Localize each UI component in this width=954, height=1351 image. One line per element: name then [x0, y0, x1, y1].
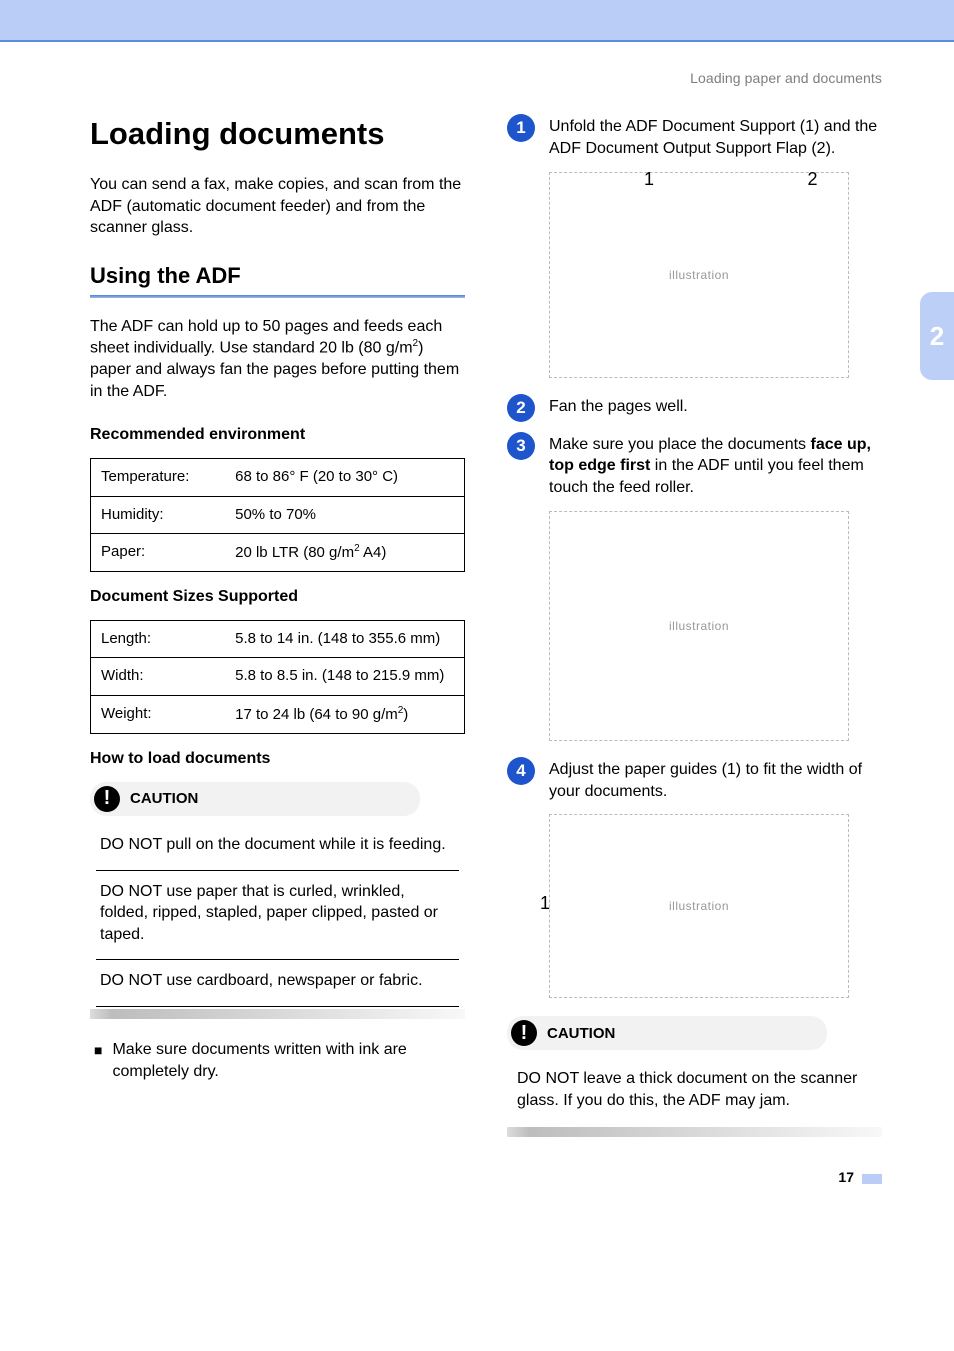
page-title: Loading documents: [90, 116, 465, 152]
caution-icon: !: [511, 1020, 537, 1046]
step-2: 2 Fan the pages well.: [507, 396, 882, 422]
size-value: 5.8 to 14 in. (148 to 355.6 mm): [225, 621, 464, 658]
adf-text-a: The ADF can hold up to 50 pages and feed…: [90, 318, 442, 357]
section-gradient-rule: [507, 1127, 882, 1137]
chapter-side-tab: 2: [920, 292, 954, 380]
step-text: Make sure you place the documents face u…: [549, 434, 882, 499]
page-number-mark: [862, 1174, 882, 1184]
step-4: 4 Adjust the paper guides (1) to fit the…: [507, 759, 882, 803]
sizes-table: Length: 5.8 to 14 in. (148 to 355.6 mm) …: [90, 620, 465, 734]
section-gradient-rule: [90, 1009, 465, 1019]
intro-paragraph: You can send a fax, make copies, and sca…: [90, 174, 465, 239]
env-value: 50% to 70%: [225, 496, 464, 533]
caution-label: CAUTION: [547, 1025, 615, 1042]
env-label: Temperature:: [91, 459, 226, 496]
using-adf-heading: Using the ADF: [90, 263, 465, 289]
step-text: Unfold the ADF Document Support (1) and …: [549, 116, 882, 160]
table-row: Width: 5.8 to 8.5 in. (148 to 215.9 mm): [91, 658, 465, 695]
caution-header-left: ! CAUTION: [90, 782, 420, 816]
env-table: Temperature: 68 to 86° F (20 to 30° C) H…: [90, 458, 465, 572]
step-text: Fan the pages well.: [549, 396, 688, 422]
how-heading: How to load documents: [90, 750, 465, 768]
step-number-badge: 1: [507, 114, 535, 142]
callout-1: 1: [644, 169, 655, 190]
left-column: Loading documents You can send a fax, ma…: [90, 116, 465, 1157]
page-body: Loading paper and documents 2 Loading do…: [0, 42, 954, 1215]
size-label: Length:: [91, 621, 226, 658]
ink-note: ■ Make sure documents written with ink a…: [90, 1039, 465, 1082]
table-row: Temperature: 68 to 86° F (20 to 30° C): [91, 459, 465, 496]
right-column: 1 Unfold the ADF Document Support (1) an…: [507, 116, 882, 1157]
heading-rule: [90, 295, 465, 298]
caution-icon: !: [94, 786, 120, 812]
step-number-badge: 2: [507, 394, 535, 422]
caution-label: CAUTION: [130, 790, 198, 807]
ink-note-text: Make sure documents written with ink are…: [112, 1039, 465, 1082]
caution-item: DO NOT leave a thick document on the sca…: [513, 1058, 876, 1125]
adf-faceup-illustration: illustration: [549, 511, 849, 741]
sizes-heading: Document Sizes Supported: [90, 588, 465, 606]
table-row: Paper: 20 lb LTR (80 g/m2 A4): [91, 533, 465, 571]
top-band: [0, 0, 954, 40]
caution-item: DO NOT use paper that is curled, wrinkle…: [96, 871, 459, 961]
caution-header-right: ! CAUTION: [507, 1016, 827, 1050]
bullet-square-icon: ■: [94, 1039, 102, 1082]
adf-paragraph: The ADF can hold up to 50 pages and feed…: [90, 316, 465, 403]
env-label: Paper:: [91, 533, 226, 571]
size-value: 5.8 to 8.5 in. (148 to 215.9 mm): [225, 658, 464, 695]
env-value: 20 lb LTR (80 g/m2 A4): [225, 533, 464, 571]
env-heading: Recommended environment: [90, 426, 465, 444]
caution-item: DO NOT pull on the document while it is …: [96, 824, 459, 871]
step-1: 1 Unfold the ADF Document Support (1) an…: [507, 116, 882, 160]
step-number-badge: 4: [507, 757, 535, 785]
size-label: Weight:: [91, 695, 226, 733]
adf-unfold-illustration: illustration 1 2: [549, 172, 849, 378]
size-value: 17 to 24 lb (64 to 90 g/m2): [225, 695, 464, 733]
callout-2: 2: [807, 169, 818, 190]
table-row: Humidity: 50% to 70%: [91, 496, 465, 533]
page-number: 17: [90, 1169, 882, 1185]
table-row: Length: 5.8 to 14 in. (148 to 355.6 mm): [91, 621, 465, 658]
breadcrumb: Loading paper and documents: [90, 70, 882, 86]
step-3: 3 Make sure you place the documents face…: [507, 434, 882, 499]
caution-item: DO NOT use cardboard, newspaper or fabri…: [96, 960, 459, 1007]
paper-guides-illustration: illustration 1: [549, 814, 849, 998]
step-number-badge: 3: [507, 432, 535, 460]
step-text: Adjust the paper guides (1) to fit the w…: [549, 759, 882, 803]
table-row: Weight: 17 to 24 lb (64 to 90 g/m2): [91, 695, 465, 733]
size-label: Width:: [91, 658, 226, 695]
env-label: Humidity:: [91, 496, 226, 533]
callout-1b: 1: [540, 893, 551, 914]
env-value: 68 to 86° F (20 to 30° C): [225, 459, 464, 496]
